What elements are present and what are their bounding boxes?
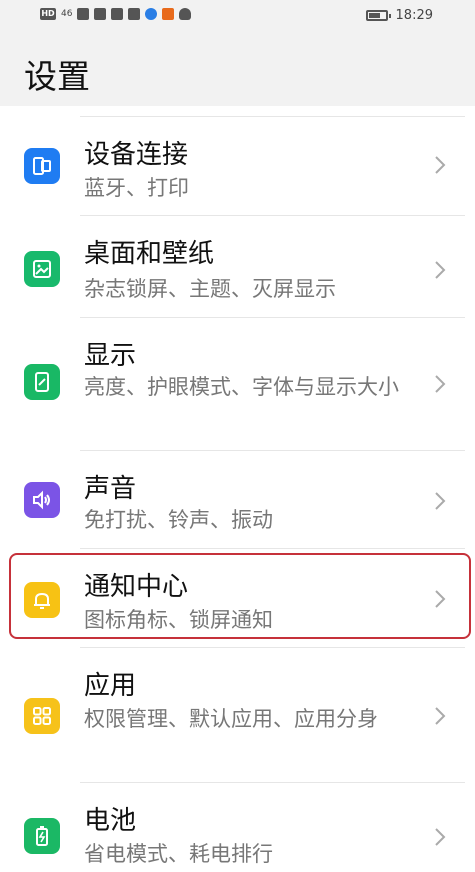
hourglass-icon	[111, 8, 124, 20]
item-subtitle: 省电模式、耗电排行	[84, 842, 273, 866]
network-type: 46	[61, 9, 73, 19]
item-title: 声音	[84, 474, 137, 504]
apps-icon	[24, 698, 60, 734]
cloud-icon	[179, 8, 192, 20]
item-title: 显示	[84, 341, 137, 371]
settings-item-sound[interactable]: 声音 免打扰、铃声、振动	[0, 450, 475, 548]
chevron-right-icon	[435, 707, 446, 725]
item-subtitle: 权限管理、默认应用、应用分身	[84, 707, 378, 731]
device-connection-icon	[24, 148, 60, 184]
highlight-annotation	[9, 553, 471, 639]
settings-item-wallpaper[interactable]: 桌面和壁纸 杂志锁屏、主题、灭屏显示	[0, 215, 475, 317]
clock: 18:29	[395, 8, 433, 23]
wallpaper-icon	[24, 251, 60, 287]
message-icon	[128, 8, 141, 20]
item-subtitle: 免打扰、铃声、振动	[84, 508, 273, 532]
top-bar: HD 46 18:29 设置	[0, 0, 475, 106]
item-title: 应用	[84, 671, 137, 701]
settings-item-apps[interactable]: 应用 权限管理、默认应用、应用分身	[0, 647, 475, 782]
chevron-right-icon	[435, 156, 446, 174]
signal-icon	[77, 8, 90, 20]
sound-icon	[24, 482, 60, 518]
item-subtitle: 杂志锁屏、主题、灭屏显示	[84, 277, 336, 301]
item-title: 设备连接	[84, 140, 189, 170]
battery-status-icon	[365, 10, 391, 21]
chevron-right-icon	[435, 261, 446, 279]
settings-item-device-connection[interactable]: 设备连接 蓝牙、打印	[0, 116, 475, 215]
chevron-right-icon	[435, 375, 446, 393]
chevron-right-icon	[435, 492, 446, 510]
item-subtitle: 蓝牙、打印	[84, 176, 189, 200]
app-notification-icon	[145, 8, 158, 20]
wifi-icon	[94, 8, 107, 20]
settings-item-display[interactable]: 显示 亮度、护眼模式、字体与显示大小	[0, 317, 475, 450]
status-bar: HD 46 18:29	[0, 0, 475, 36]
battery-icon	[24, 818, 60, 854]
item-title: 桌面和壁纸	[84, 239, 215, 269]
display-icon	[24, 364, 60, 400]
hd-icon: HD	[40, 8, 56, 20]
item-title: 电池	[84, 806, 137, 836]
item-subtitle: 亮度、护眼模式、字体与显示大小	[84, 375, 399, 399]
page-title: 设置	[24, 57, 90, 96]
app-notification-icon-2	[162, 8, 175, 20]
settings-item-battery[interactable]: 电池 省电模式、耗电排行	[0, 782, 475, 866]
chevron-right-icon	[435, 828, 446, 846]
